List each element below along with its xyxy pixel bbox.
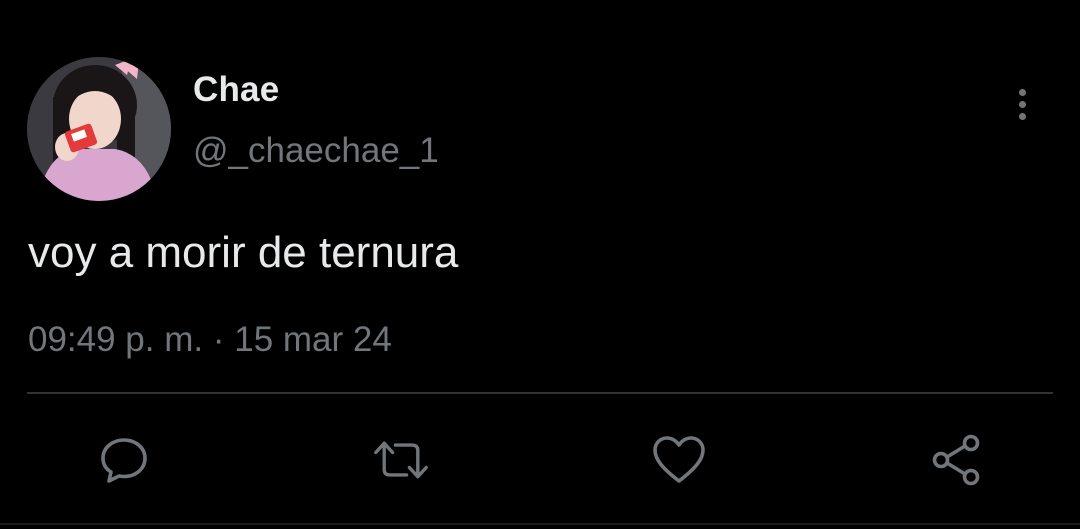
like-button[interactable] [651, 432, 707, 488]
retweet-arrows-icon [374, 441, 428, 479]
more-options-button[interactable] [1005, 84, 1039, 124]
author-display-name[interactable]: Chae [193, 70, 279, 110]
tweet-text: voy a morir de ternura [28, 228, 459, 277]
divider [27, 392, 1053, 394]
reply-button[interactable] [96, 432, 152, 488]
more-vertical-icon-dot [1018, 100, 1026, 108]
tweet-timestamp[interactable]: 09:49 p. m. · 15 mar 24 [28, 320, 392, 360]
bottom-divider [0, 523, 1080, 525]
author-handle[interactable]: @_chaechae_1 [193, 131, 439, 171]
share-button[interactable] [929, 432, 985, 488]
avatar-photo [27, 57, 171, 201]
comment-bubble-icon [101, 438, 147, 483]
tweet-date: 15 mar 24 [234, 320, 392, 359]
heart-icon [653, 436, 705, 483]
more-vertical-icon [1018, 88, 1026, 96]
tweet-card: Chae @_chaechae_1 voy a morir de ternura… [0, 0, 1080, 529]
more-vertical-icon-dot [1018, 112, 1026, 120]
retweet-button[interactable] [373, 432, 429, 488]
share-nodes-icon [932, 434, 980, 486]
author-avatar[interactable] [27, 57, 171, 201]
meta-separator: · [212, 320, 225, 359]
tweet-time: 09:49 p. m. [28, 320, 204, 359]
